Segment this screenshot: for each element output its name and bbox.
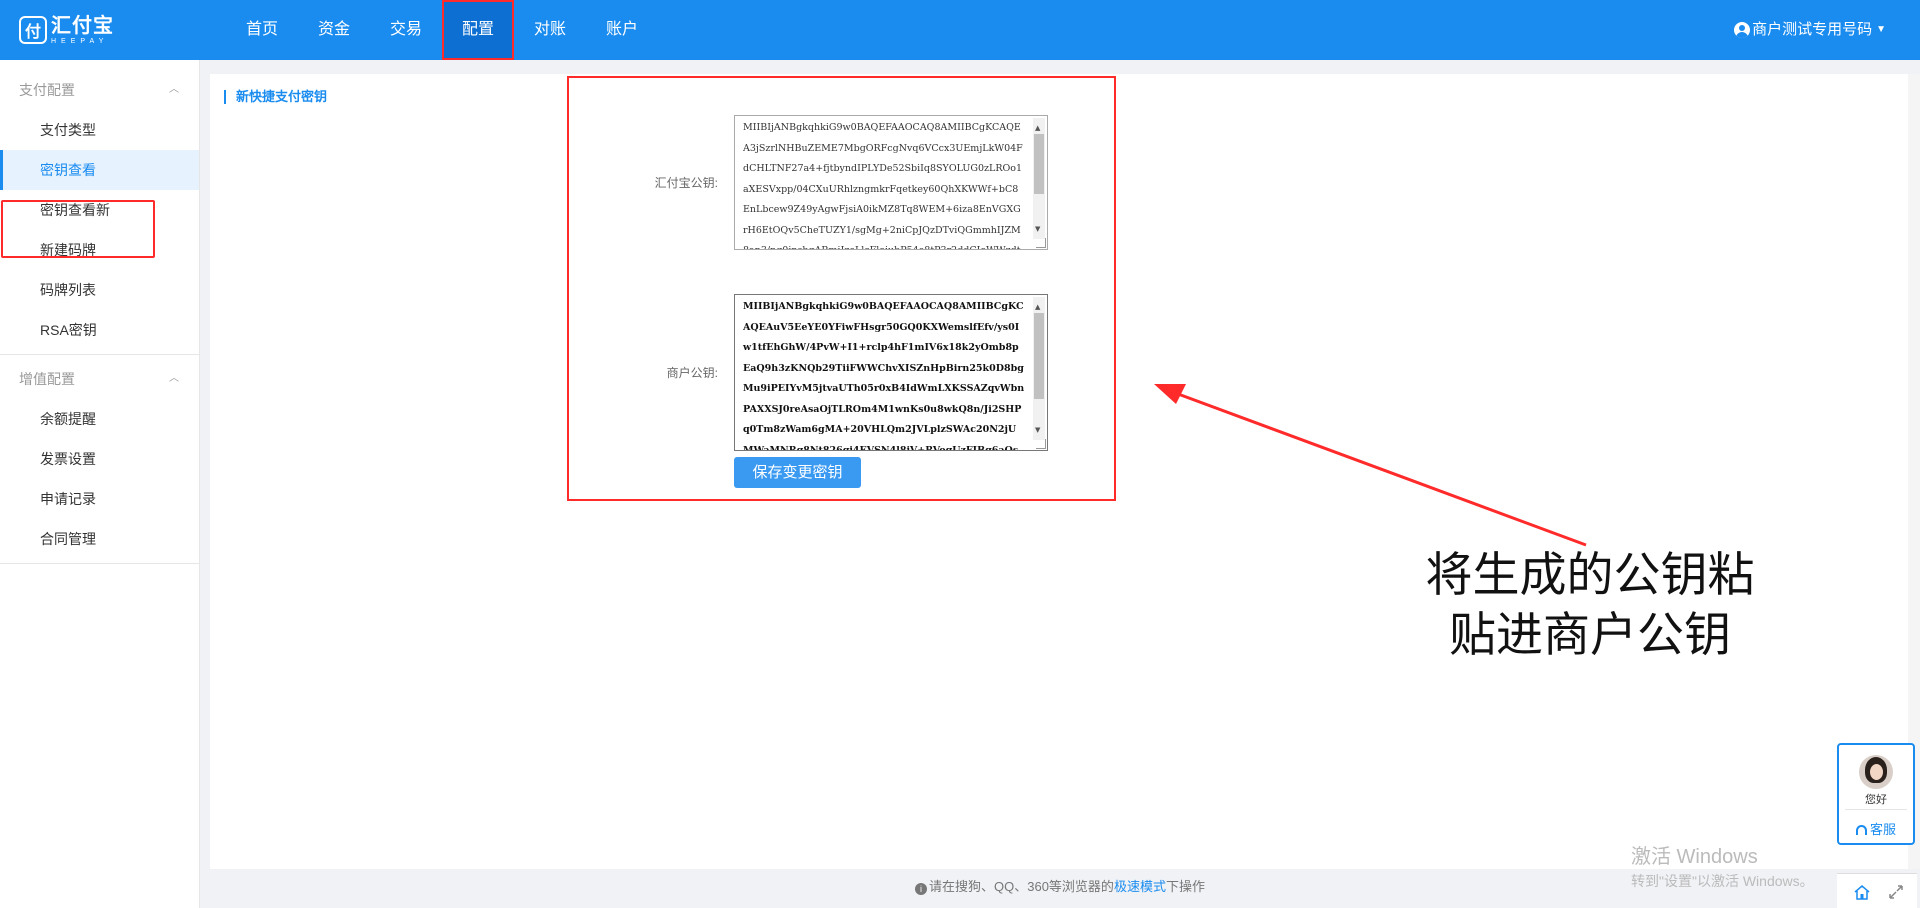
info-icon: i	[915, 883, 928, 895]
logo-text: 汇付宝	[51, 14, 114, 37]
sidebar-group-value-added[interactable]: 增值配置 ︿	[0, 359, 199, 399]
annotation-text: 将生成的公钥粘 贴进商户公钥	[1425, 548, 1755, 663]
sidebar-divider	[0, 354, 199, 355]
top-navbar: 付 汇付宝 HEEPAY 首页 资金 交易 配置 对账 账户 商户测试专用号码 …	[0, 0, 1920, 60]
scroll-thumb[interactable]	[1034, 134, 1044, 194]
resize-handle-icon[interactable]	[1036, 439, 1046, 449]
sidebar-item-qr-card-list[interactable]: 码牌列表	[0, 270, 199, 310]
user-menu[interactable]: 商户测试专用号码 ▼	[1734, 0, 1886, 60]
scrollbar[interactable]: ▲ ▼	[1033, 118, 1045, 239]
caret-down-icon: ▼	[1876, 24, 1886, 35]
windows-activation-watermark: 激活 Windows 转到"设置"以激活 Windows。	[1631, 846, 1814, 889]
cs-service-button[interactable]: 客服	[1839, 819, 1913, 838]
heepay-logo[interactable]: 付 汇付宝 HEEPAY	[19, 14, 114, 46]
main-nav: 首页 资金 交易 配置 对账 账户	[226, 0, 658, 60]
sidebar-item-invoice-settings[interactable]: 发票设置	[0, 439, 199, 479]
sidebar-item-key-view-new[interactable]: 密钥查看新	[0, 190, 199, 230]
bottom-tools	[1837, 873, 1917, 908]
speed-mode-link[interactable]: 极速模式	[1114, 879, 1166, 894]
expand-icon[interactable]	[1887, 884, 1905, 900]
headphones-icon	[1855, 825, 1867, 835]
user-name: 商户测试专用号码	[1752, 21, 1873, 38]
sidebar-item-rsa-key[interactable]: RSA密钥	[0, 310, 199, 350]
sidebar-item-application-records[interactable]: 申请记录	[0, 479, 199, 519]
customer-service-widget[interactable]: 您好 客服	[1837, 743, 1915, 845]
heepay-key-text: MIIBIjANBgkqhkiG9w0BAQEFAAOCAQ8AMIIBCgKC…	[743, 122, 1023, 249]
annotation-arrow-icon	[1154, 384, 1587, 547]
scroll-down-icon[interactable]: ▼	[1035, 219, 1040, 240]
sidebar: 支付配置 ︿ 支付类型 密钥查看 密钥查看新 新建码牌 码牌列表 RSA密钥 增…	[0, 60, 200, 908]
chevron-up-icon: ︿	[169, 373, 179, 384]
sidebar-divider	[0, 563, 199, 564]
nav-config[interactable]: 配置	[442, 0, 514, 60]
merchant-public-key-textarea[interactable]: MIIBIjANBgkqhkiG9w0BAQEFAAOCAQ8AMIIBCgKC…	[734, 294, 1048, 451]
main-panel: 新快捷支付密钥	[210, 74, 1910, 869]
save-key-button[interactable]: 保存变更密钥	[734, 457, 861, 488]
page-title: 新快捷支付密钥	[224, 90, 327, 104]
nav-trade[interactable]: 交易	[370, 0, 442, 60]
nav-reconcile[interactable]: 对账	[514, 0, 586, 60]
home-icon[interactable]	[1853, 884, 1871, 900]
heepay-key-label: 汇付宝公钥:	[654, 176, 718, 190]
nav-account[interactable]: 账户	[586, 0, 658, 60]
sidebar-item-balance-alert[interactable]: 余额提醒	[0, 399, 199, 439]
logo-subtext: HEEPAY	[51, 37, 109, 45]
scroll-down-icon[interactable]: ▼	[1035, 420, 1040, 441]
nav-home[interactable]: 首页	[226, 0, 298, 60]
chevron-up-icon: ︿	[169, 84, 179, 95]
cs-greeting: 您好	[1865, 794, 1887, 806]
heepay-public-key-textarea[interactable]: MIIBIjANBgkqhkiG9w0BAQEFAAOCAQ8AMIIBCgKC…	[734, 115, 1048, 250]
sidebar-item-new-qr-card[interactable]: 新建码牌	[0, 230, 199, 270]
sidebar-item-key-view[interactable]: 密钥查看	[0, 150, 199, 190]
merchant-key-text: MIIBIjANBgkqhkiG9w0BAQEFAAOCAQ8AMIIBCgKC…	[743, 301, 1025, 451]
merchant-key-label: 商户公钥:	[666, 366, 718, 380]
resize-handle-icon[interactable]	[1036, 238, 1046, 248]
sidebar-item-contract-management[interactable]: 合同管理	[0, 519, 199, 559]
sidebar-group-payment-config[interactable]: 支付配置 ︿	[0, 70, 199, 110]
scroll-thumb[interactable]	[1034, 313, 1044, 399]
nav-funds[interactable]: 资金	[298, 0, 370, 60]
logo-mark-icon: 付	[19, 16, 47, 44]
agent-avatar	[1859, 755, 1893, 789]
sidebar-item-payment-type[interactable]: 支付类型	[0, 110, 199, 150]
user-icon	[1734, 22, 1751, 38]
scrollbar[interactable]: ▲ ▼	[1033, 297, 1045, 440]
